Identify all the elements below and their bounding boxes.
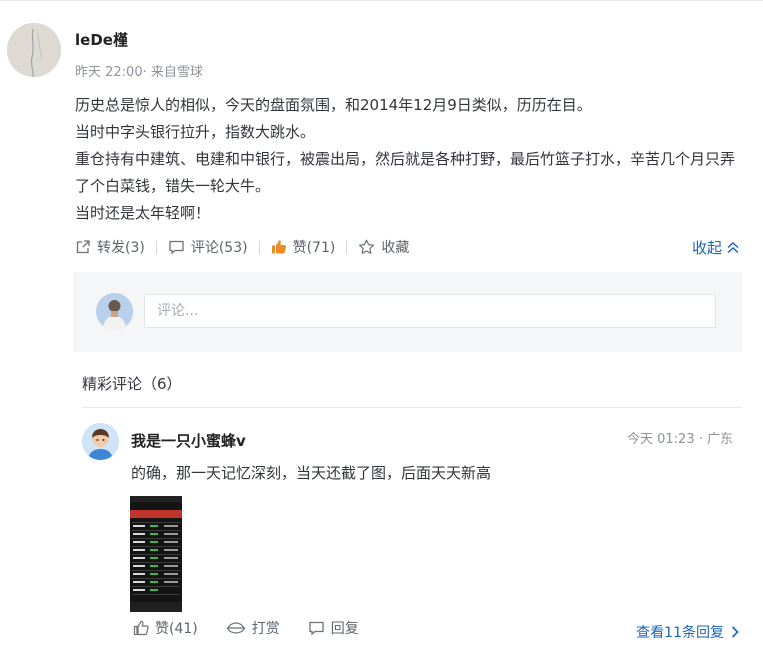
- star-icon: [359, 239, 375, 254]
- reply-box: 评论...: [73, 272, 742, 352]
- repost-label: 转发(3): [97, 240, 145, 256]
- post-actions: 转发(3) 评论(53) 赞(71) 收藏: [75, 237, 409, 257]
- reply-button[interactable]: 回复: [308, 618, 359, 638]
- favorite-button[interactable]: 收藏: [358, 237, 409, 257]
- section-divider: [82, 407, 742, 408]
- collapse-label: 收起: [691, 239, 722, 257]
- author-name[interactable]: leDe槿: [75, 29, 128, 50]
- repost-button[interactable]: 转发(3): [75, 237, 145, 257]
- divider: [155, 240, 157, 254]
- favorite-label: 收藏: [381, 240, 410, 256]
- current-user-avatar: [96, 293, 133, 330]
- commenter-name[interactable]: 我是一只小蜜蜂v: [131, 430, 246, 451]
- top-divider: [0, 0, 763, 1]
- like-button[interactable]: 赞(71): [271, 237, 336, 257]
- repost-icon: [76, 240, 90, 254]
- featured-comments-title: 精彩评论（6）: [82, 375, 182, 393]
- reply-label: 回复: [330, 621, 359, 637]
- comment-icon: [169, 240, 184, 255]
- commenter-avatar[interactable]: [82, 423, 119, 460]
- chevron-right-icon: [731, 626, 739, 638]
- view-replies-link[interactable]: 查看11条回复: [636, 622, 741, 642]
- post-line: 重仓持有中建筑、电建和中银行，被震出局，然后就是各种打野，最后竹篮子打水，辛苦几…: [75, 150, 736, 195]
- like-label: 赞(71): [292, 240, 336, 256]
- view-replies-label: 查看11条回复: [636, 625, 724, 641]
- like-icon: [271, 240, 286, 254]
- comment-like-button[interactable]: 赞(41): [133, 618, 198, 638]
- reply-icon: [309, 621, 324, 636]
- tip-icon: [226, 622, 246, 634]
- post-line: 历史总是惊人的相似，今天的盘面氛围，和2014年12月9日类似，历历在目。: [75, 96, 592, 114]
- post-body: 历史总是惊人的相似，今天的盘面氛围，和2014年12月9日类似，历历在目。 当时…: [75, 92, 743, 227]
- comment-time: 今天 01:23 · 广东: [627, 432, 733, 447]
- comment-label: 评论(53): [190, 240, 248, 256]
- divider: [258, 240, 260, 254]
- post-line: 当时还是太年轻啊！: [75, 204, 211, 222]
- comment-button[interactable]: 评论(53): [168, 237, 248, 257]
- like-icon: [133, 620, 149, 636]
- tip-label: 打赏: [251, 621, 280, 637]
- comment-screenshot-thumbnail[interactable]: [130, 496, 182, 612]
- author-avatar[interactable]: [7, 23, 61, 77]
- collapse-button[interactable]: 收起: [692, 237, 741, 258]
- tip-button[interactable]: 打赏: [226, 618, 280, 638]
- comment-input[interactable]: 评论...: [144, 294, 716, 328]
- post-line: 当时中字头银行拉升，指数大跳水。: [75, 123, 316, 141]
- post-meta: 昨天 22:00· 来自雪球: [75, 65, 203, 80]
- comment-like-label: 赞(41): [155, 621, 198, 637]
- comment-text: 的确，那一天记忆深刻，当天还截了图，后面天天新高: [131, 464, 492, 482]
- chevron-up-icon: [727, 241, 739, 253]
- comment-actions: 赞(41) 打赏 回复: [133, 618, 387, 638]
- divider: [346, 240, 348, 254]
